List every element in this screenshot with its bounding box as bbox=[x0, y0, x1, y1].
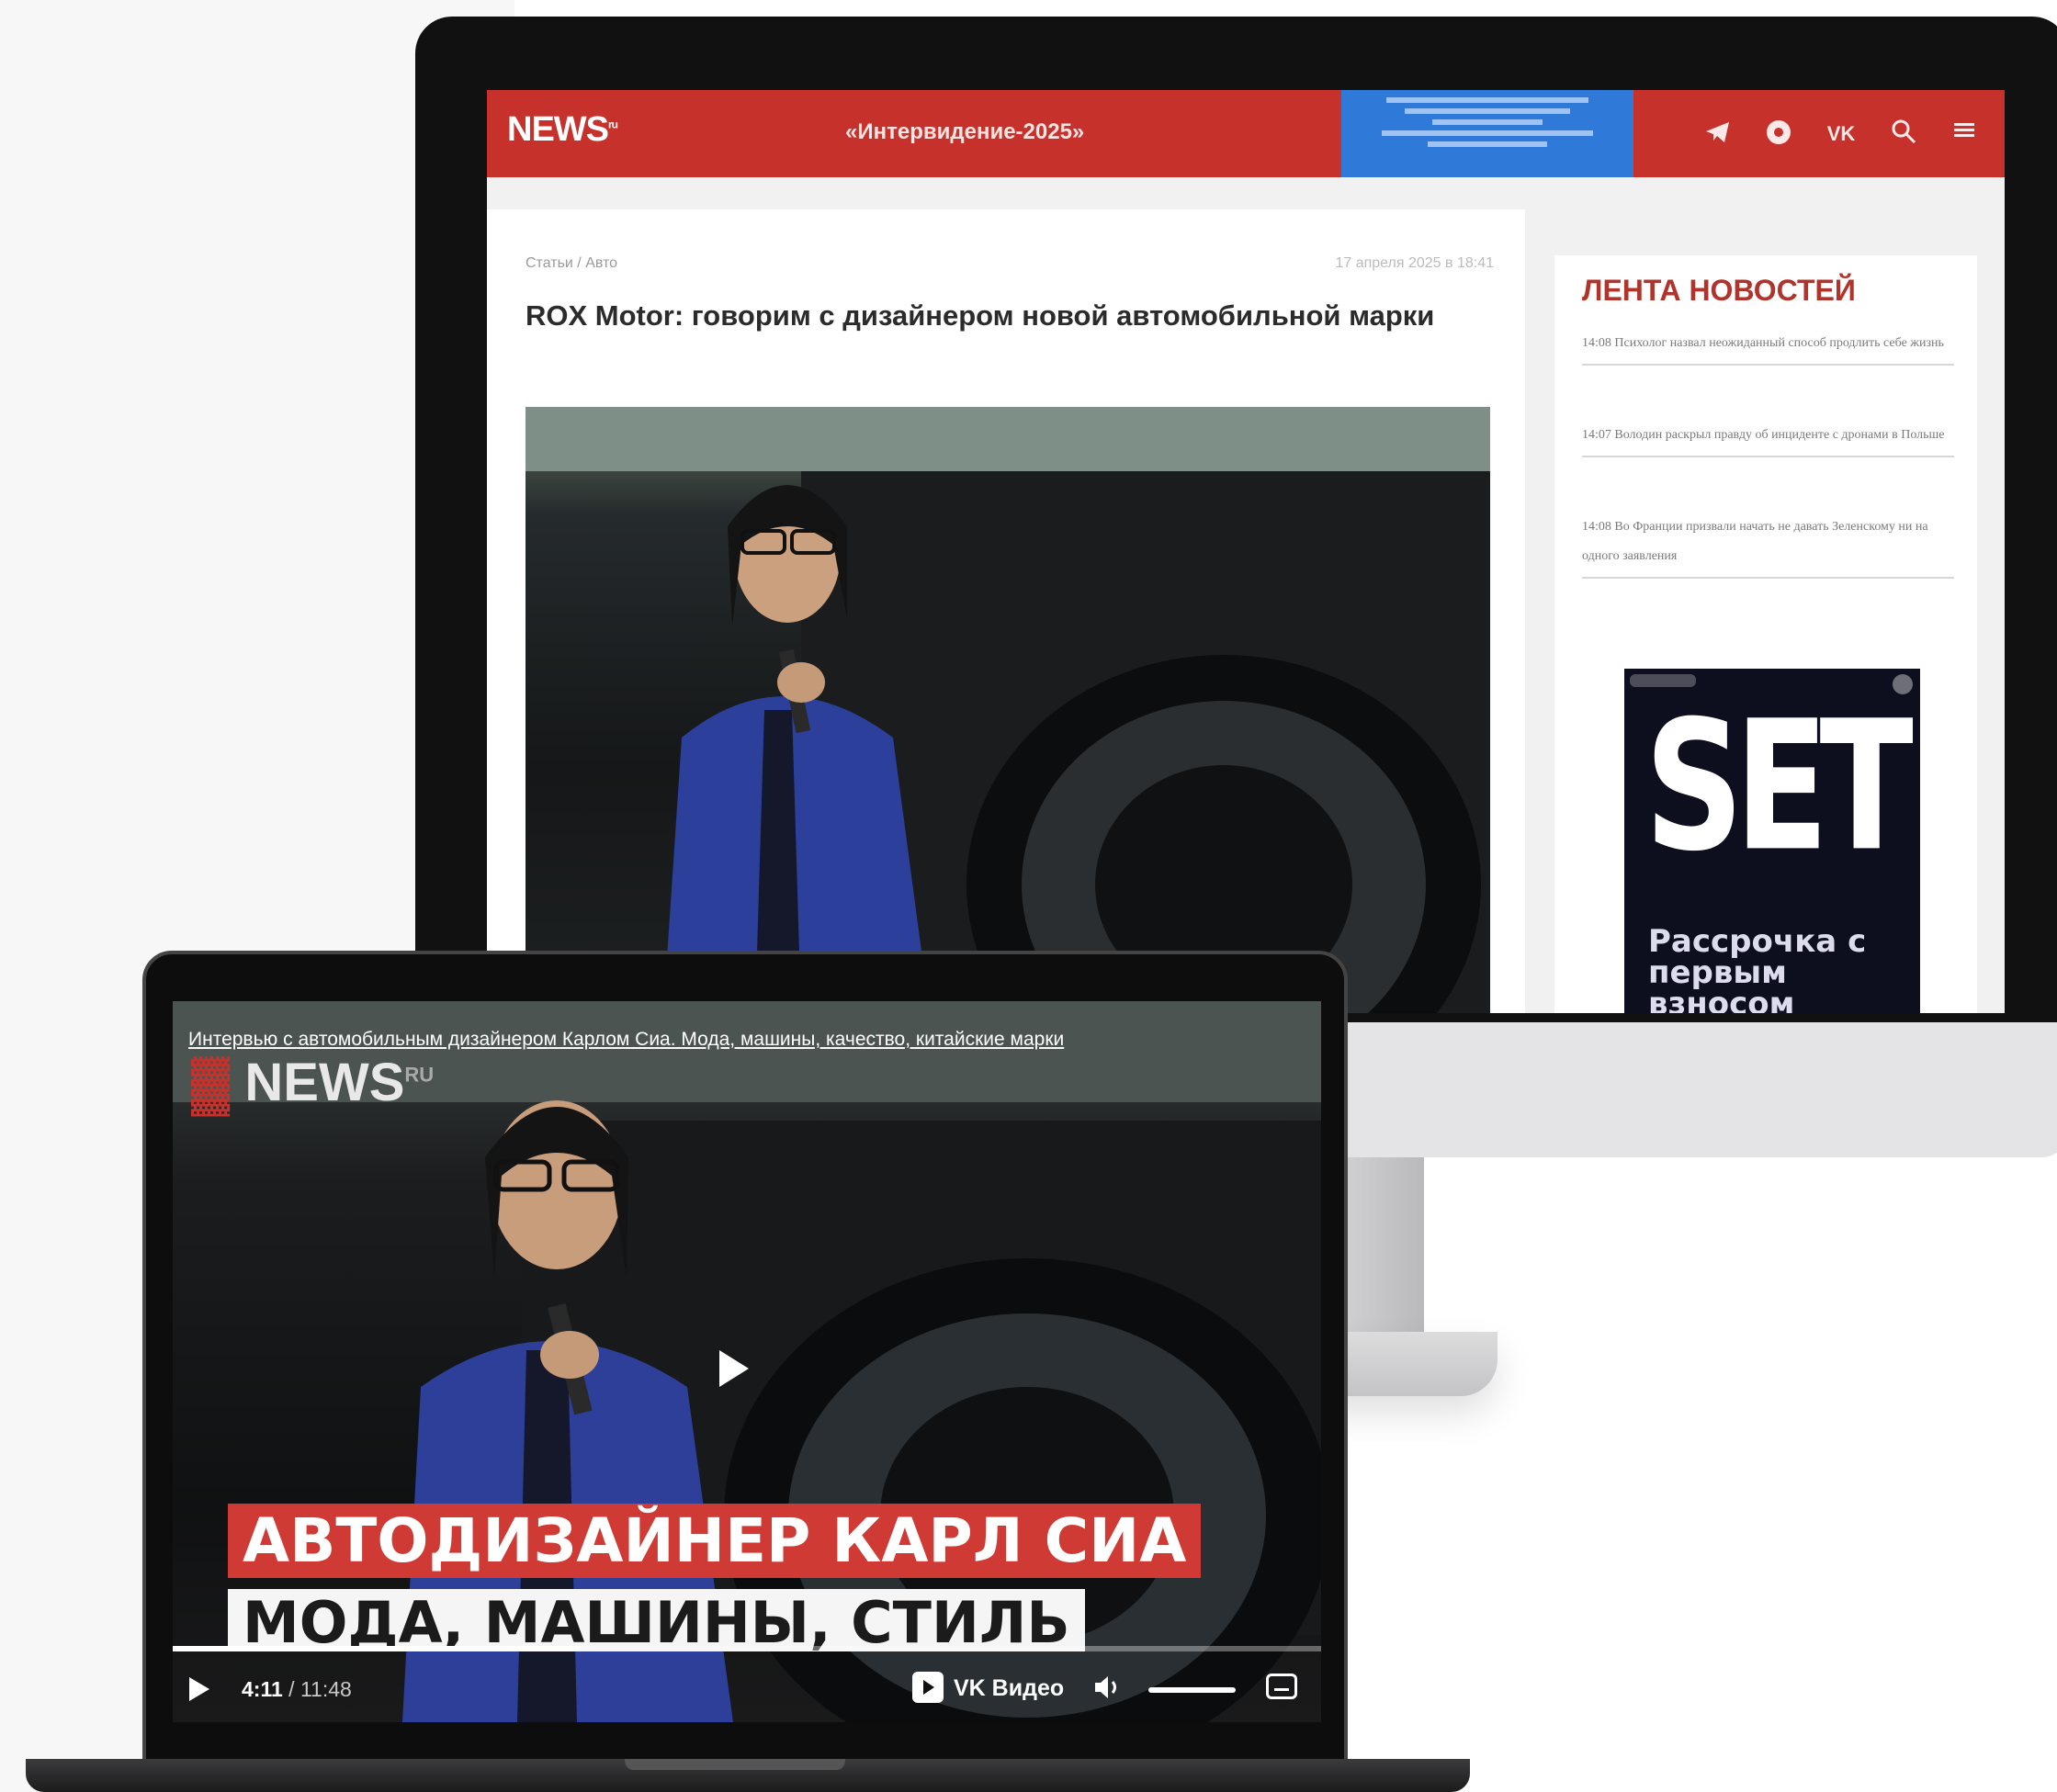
video-logo: ▓ NEWSRU bbox=[191, 1052, 434, 1113]
video-logo-text: NEWS bbox=[244, 1053, 405, 1112]
header-ad-banner[interactable] bbox=[1341, 90, 1633, 177]
news-item[interactable]: 14:08 Во Франции призвали начать не дава… bbox=[1582, 513, 1954, 579]
sidebar-ad-card[interactable]: SET Рассрочка с первым взносом bbox=[1624, 669, 1920, 1013]
laptop-notch bbox=[625, 1759, 845, 1770]
menu-icon[interactable] bbox=[1948, 118, 1981, 151]
article-title: ROX Motor: говорим с дизайнером новой ав… bbox=[526, 299, 1435, 332]
logo-mark: ▓ bbox=[191, 1053, 231, 1112]
vk-video-icon[interactable] bbox=[912, 1672, 944, 1703]
video-controls: 4:11 / 11:48 VK Видео bbox=[173, 1653, 1321, 1722]
article: Статьи / Авто 17 апреля 2025 в 18:41 ROX… bbox=[487, 209, 1525, 1013]
video-logo-suffix: RU bbox=[404, 1063, 435, 1087]
search-icon[interactable] bbox=[1887, 118, 1920, 151]
dzen-icon[interactable] bbox=[1762, 118, 1795, 151]
time-current: 4:11 bbox=[242, 1677, 283, 1701]
caption-line-1: АВТОДИЗАЙНЕР КАРЛ СИА bbox=[228, 1504, 1202, 1578]
article-photo bbox=[526, 407, 1490, 1013]
video-player[interactable]: Интервью с автомобильным дизайнером Карл… bbox=[173, 1001, 1321, 1722]
play-icon[interactable] bbox=[719, 1350, 749, 1387]
breadcrumb[interactable]: Статьи / Авто bbox=[526, 255, 617, 272]
site-logo-suffix: ru bbox=[608, 118, 618, 131]
news-item[interactable]: 14:08 Психолог назвал неожиданный способ… bbox=[1582, 329, 1954, 366]
video-time: 4:11 / 11:48 bbox=[242, 1677, 352, 1701]
volume-slider[interactable] bbox=[1148, 1687, 1236, 1693]
video-title-link[interactable]: Интервью с автомобильным дизайнером Карл… bbox=[188, 1029, 1064, 1051]
video-progress-fill bbox=[173, 1646, 581, 1651]
site-logo-text: NEWS bbox=[507, 110, 609, 149]
telegram-icon[interactable] bbox=[1701, 118, 1735, 151]
video-progress-bar[interactable] bbox=[173, 1646, 1321, 1651]
ad-card-title: SET bbox=[1644, 683, 1914, 892]
subtitles-icon[interactable] bbox=[1266, 1674, 1297, 1699]
ad-card-text: Рассрочка с первым взносом bbox=[1648, 923, 1867, 1013]
caption-line-2: МОДА, МАШИНЫ, СТИЛЬ bbox=[228, 1589, 1085, 1651]
sidebar-title: ЛЕНТА НОВОСТЕЙ bbox=[1582, 274, 1856, 307]
header-promo-link[interactable]: «Интервидение-2025» bbox=[845, 119, 1084, 145]
vk-icon[interactable]: VK bbox=[1825, 118, 1858, 151]
news-sidebar: ЛЕНТА НОВОСТЕЙ 14:08 Психолог назвал нео… bbox=[1554, 255, 1977, 1013]
article-date: 17 апреля 2025 в 18:41 bbox=[1335, 255, 1494, 271]
site-logo[interactable]: NEWSru bbox=[507, 110, 618, 150]
volume-icon[interactable] bbox=[1091, 1672, 1123, 1710]
time-total: 11:48 bbox=[300, 1677, 352, 1701]
news-item[interactable]: 14:07 Володин раскрыл правду об инцидент… bbox=[1582, 421, 1954, 457]
desktop-screen: NEWSru «Интервидение-2025» VK Статьи / А… bbox=[487, 90, 2005, 1013]
site-header: NEWSru «Интервидение-2025» VK bbox=[487, 90, 2005, 177]
vk-video-label[interactable]: VK Видео bbox=[954, 1675, 1064, 1702]
play-button[interactable] bbox=[189, 1677, 209, 1701]
